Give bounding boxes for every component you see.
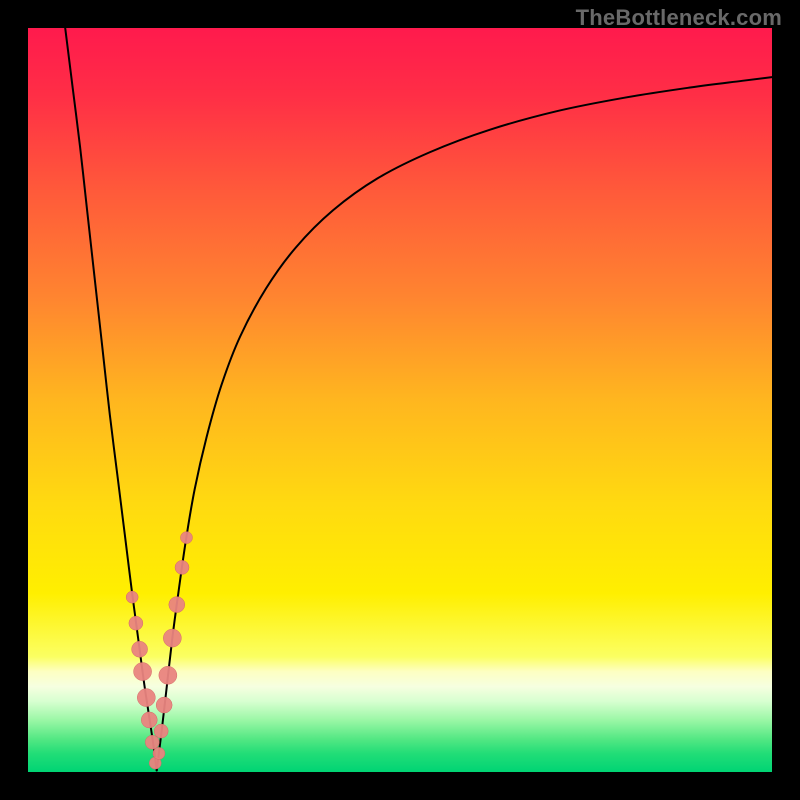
- highlight-marker: [132, 641, 148, 657]
- highlight-marker: [129, 616, 143, 630]
- chart-frame: TheBottleneck.com: [0, 0, 800, 800]
- highlight-marker: [137, 689, 155, 707]
- bottleneck-curve-chart: [28, 28, 772, 772]
- highlight-marker: [169, 597, 185, 613]
- highlight-marker: [153, 747, 165, 759]
- highlight-marker: [175, 560, 189, 574]
- highlight-marker: [134, 663, 152, 681]
- highlight-marker: [163, 629, 181, 647]
- highlight-marker: [141, 712, 157, 728]
- highlight-marker: [159, 666, 177, 684]
- highlight-marker: [180, 532, 192, 544]
- highlight-marker: [156, 697, 172, 713]
- highlight-marker: [154, 724, 168, 738]
- gradient-background: [28, 28, 772, 772]
- highlight-marker: [126, 591, 138, 603]
- highlight-marker: [145, 735, 159, 749]
